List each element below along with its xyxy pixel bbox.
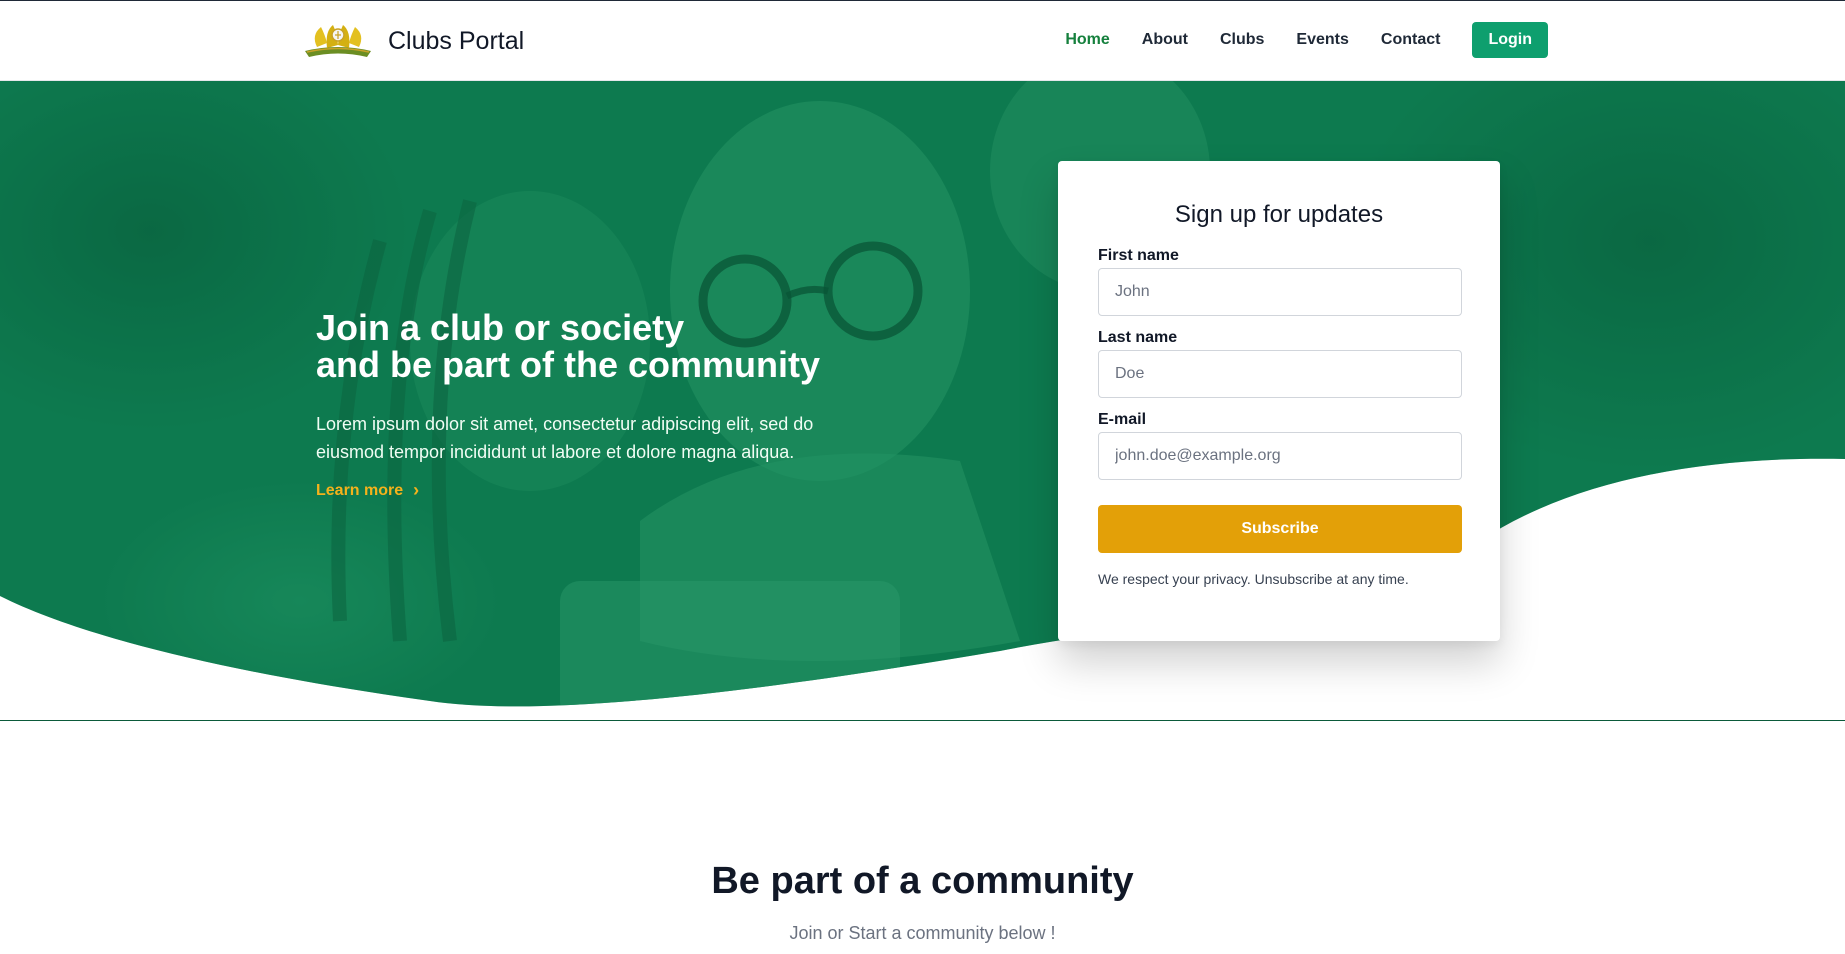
community-section: Be part of a community Join or Start a c… <box>0 860 1845 944</box>
email-field[interactable] <box>1098 432 1462 480</box>
learn-more-label: Learn more <box>316 481 404 499</box>
first-name-field[interactable] <box>1098 268 1462 316</box>
last-name-label: Last name <box>1098 329 1178 346</box>
community-subtitle: Join or Start a community below ! <box>789 923 1056 943</box>
main-nav: Home About Clubs Events Contact Login <box>1033 22 1548 58</box>
section-divider <box>0 720 1845 721</box>
signup-card: Sign up for updates First name Last name… <box>1058 161 1500 641</box>
hero-section: Join a club or society and be part of th… <box>0 81 1845 721</box>
crest-logo-icon <box>305 25 371 57</box>
nav-item-home[interactable]: Home <box>1065 31 1109 49</box>
nav-item-about[interactable]: About <box>1142 31 1188 49</box>
brand[interactable]: Clubs Portal <box>303 19 524 63</box>
hero-background-image <box>0 81 1845 707</box>
first-name-label: First name <box>1098 247 1179 264</box>
nav-item-contact[interactable]: Contact <box>1381 31 1441 49</box>
hero-title-line-2: and be part of the community <box>316 344 821 385</box>
nav-item-events[interactable]: Events <box>1296 31 1348 49</box>
hero-content: Join a club or society and be part of th… <box>316 309 876 501</box>
nav-item-clubs[interactable]: Clubs <box>1220 31 1264 49</box>
brand-name: Clubs Portal <box>388 26 525 55</box>
hero-title-line-1: Join a club or society <box>316 307 685 348</box>
email-label: E-mail <box>1098 411 1147 428</box>
signup-title: Sign up for updates <box>1174 201 1384 228</box>
hero-title: Join a club or society and be part of th… <box>316 309 876 383</box>
chevron-right-icon: › <box>413 480 420 500</box>
last-name-field[interactable] <box>1098 350 1462 398</box>
subscribe-button[interactable]: Subscribe <box>1098 505 1462 553</box>
community-title: Be part of a community <box>711 860 1134 902</box>
hero-description: Lorem ipsum dolor sit amet, consectetur … <box>316 414 814 462</box>
top-navbar: Clubs Portal Home About Clubs Events Con… <box>0 1 1845 81</box>
learn-more-link[interactable]: Learn more › <box>316 480 419 501</box>
privacy-note: We respect your privacy. Unsubscribe at … <box>1098 571 1409 587</box>
login-button[interactable]: Login <box>1472 22 1548 58</box>
